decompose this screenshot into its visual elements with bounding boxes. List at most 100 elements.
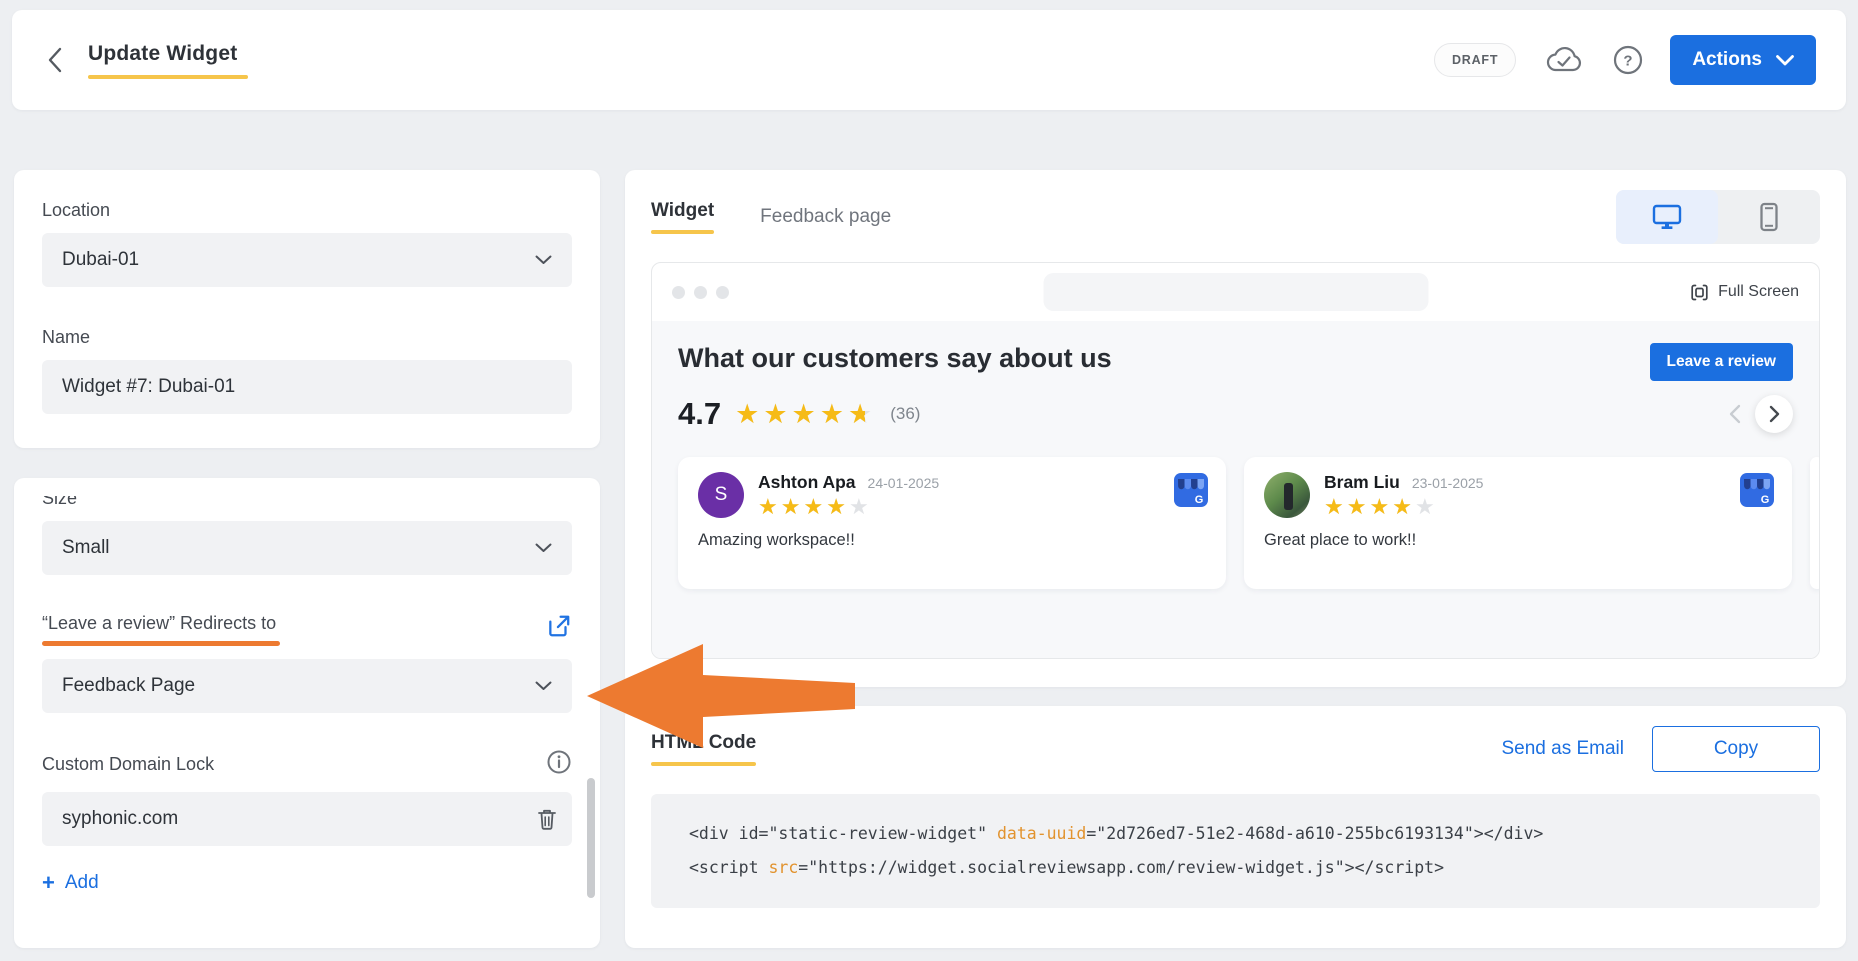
top-header: Update Widget DRAFT ? Actions — [12, 10, 1846, 110]
review-text: Amazing workspace!! — [698, 531, 1206, 550]
partial-next-card — [1810, 457, 1820, 589]
size-label: Size — [42, 496, 572, 509]
browser-dots — [672, 286, 729, 299]
location-select[interactable]: Dubai-01 — [42, 233, 572, 287]
html-code-panel: HTML Code Send as Email Copy <div id="st… — [625, 706, 1846, 948]
fullscreen-label: Full Screen — [1718, 283, 1799, 301]
review-card: S Ashton Apa 24-01-2025 ★★★★★★★★★★ Amazi… — [678, 457, 1226, 589]
svg-text:G: G — [1761, 494, 1770, 506]
tab-widget[interactable]: Widget — [651, 200, 714, 234]
redirect-label: “Leave a review” Redirects to — [42, 613, 280, 634]
chevron-down-icon — [535, 255, 552, 265]
fullscreen-button[interactable]: Full Screen — [1689, 282, 1799, 303]
google-business-icon: G — [1740, 473, 1774, 512]
widget-settings-card: Location Dubai-01 Name — [14, 170, 600, 448]
page-title: Update Widget — [88, 42, 248, 66]
trash-icon — [536, 807, 558, 831]
mobile-view-button[interactable] — [1718, 190, 1820, 244]
add-domain-button[interactable]: + Add — [42, 872, 99, 894]
sidebar-scrollbar[interactable] — [587, 778, 595, 898]
size-value: Small — [62, 537, 110, 559]
avatar — [1264, 472, 1310, 518]
review-card: Bram Liu 23-01-2025 ★★★★★★★★★★ Great pla… — [1244, 457, 1792, 589]
review-date: 24-01-2025 — [868, 475, 940, 491]
svg-text:G: G — [1195, 494, 1204, 506]
widget-preview: What our customers say about us Leave a … — [652, 321, 1819, 659]
send-as-email-link[interactable]: Send as Email — [1501, 738, 1624, 760]
chevron-down-icon — [535, 681, 552, 691]
review-text: Great place to work!! — [1264, 531, 1772, 550]
chevron-right-icon — [1769, 405, 1780, 423]
code-line: <div id="static-review-widget" data-uuid… — [689, 817, 1782, 851]
avatar: S — [698, 472, 744, 518]
page-title-block: Update Widget — [88, 42, 248, 79]
rating-stars: ★★★★★★★★★★ — [735, 401, 876, 428]
review-stars: ★★★★★★★★★★ — [758, 496, 939, 518]
html-code-tab-label: HTML Code — [651, 732, 756, 753]
code-line: <script src="https://widget.socialreview… — [689, 851, 1782, 885]
browser-dot — [694, 286, 707, 299]
external-link-icon — [546, 613, 572, 639]
back-button[interactable] — [46, 45, 64, 75]
actions-label: Actions — [1692, 49, 1762, 71]
tab-feedback-label: Feedback page — [760, 206, 891, 227]
phone-icon — [1759, 202, 1779, 232]
domain-info-button[interactable] — [546, 749, 572, 780]
device-toggle — [1616, 190, 1820, 244]
active-title-underline — [88, 75, 248, 79]
carousel-prev-button[interactable] — [1729, 404, 1741, 424]
custom-domain-input[interactable] — [42, 792, 572, 846]
browser-dot — [716, 286, 729, 299]
widget-options-card: Size Small “Leave a review” Redirects to… — [14, 478, 600, 948]
delete-domain-button[interactable] — [536, 807, 558, 831]
copy-button[interactable]: Copy — [1652, 726, 1820, 772]
review-date: 23-01-2025 — [1412, 475, 1484, 491]
name-label: Name — [42, 327, 572, 348]
google-business-icon: G — [1174, 473, 1208, 512]
size-select[interactable]: Small — [42, 521, 572, 575]
add-label: Add — [65, 872, 99, 894]
chevron-down-icon — [1776, 55, 1794, 66]
cloud-save-button[interactable] — [1544, 44, 1586, 76]
review-count: (36) — [890, 404, 920, 424]
annotation-underline — [42, 641, 280, 646]
leave-review-button[interactable]: Leave a review — [1650, 343, 1793, 381]
active-tab-underline — [651, 762, 756, 766]
preview-panel: Widget Feedback page — [625, 170, 1846, 687]
redirect-select[interactable]: Feedback Page — [42, 659, 572, 713]
active-tab-underline — [651, 230, 714, 234]
redirect-value: Feedback Page — [62, 675, 195, 697]
svg-text:?: ? — [1624, 53, 1633, 70]
desktop-view-button[interactable] — [1616, 190, 1718, 244]
location-label: Location — [42, 200, 572, 221]
carousel-next-button[interactable] — [1755, 395, 1793, 433]
cloud-check-icon — [1544, 44, 1586, 76]
tab-feedback-page[interactable]: Feedback page — [760, 206, 891, 228]
actions-button[interactable]: Actions — [1670, 35, 1816, 85]
tab-html-code[interactable]: HTML Code — [651, 732, 756, 766]
widget-heading: What our customers say about us — [678, 343, 1112, 374]
browser-mockup: Full Screen What our customers say about… — [651, 262, 1820, 659]
question-mark-icon: ? — [1612, 44, 1644, 76]
review-stars: ★★★★★★★★★★ — [1324, 496, 1483, 518]
custom-domain-label: Custom Domain Lock — [42, 754, 214, 775]
widget-name-input[interactable] — [42, 360, 572, 414]
plus-icon: + — [42, 872, 55, 894]
embed-code-block[interactable]: <div id="static-review-widget" data-uuid… — [651, 794, 1820, 908]
size-label-clipped: Size — [42, 496, 572, 509]
info-icon — [546, 749, 572, 775]
rating-value: 4.7 — [678, 396, 721, 432]
location-value: Dubai-01 — [62, 249, 139, 271]
help-button[interactable]: ? — [1612, 44, 1644, 76]
monitor-icon — [1651, 203, 1683, 231]
browser-dot — [672, 286, 685, 299]
address-bar — [1043, 273, 1428, 311]
open-feedback-page-button[interactable] — [546, 613, 572, 644]
browser-toolbar: Full Screen — [652, 263, 1819, 321]
fullscreen-icon — [1689, 282, 1710, 303]
tab-widget-label: Widget — [651, 200, 714, 221]
reviewer-name: Ashton Apa — [758, 472, 856, 493]
reviewer-name: Bram Liu — [1324, 472, 1400, 493]
chevron-left-icon — [46, 45, 64, 75]
chevron-left-icon — [1729, 404, 1741, 424]
